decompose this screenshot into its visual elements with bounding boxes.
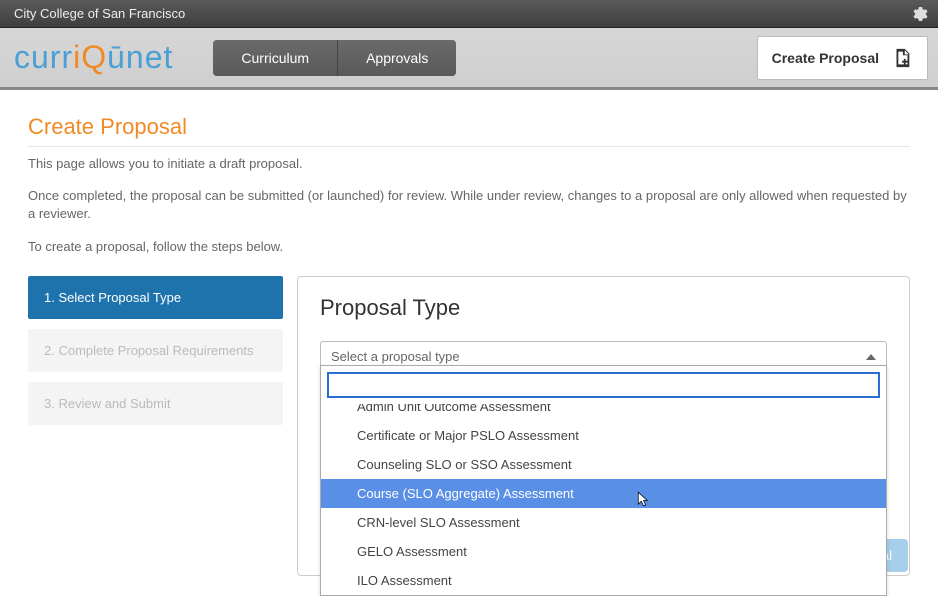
panel-heading: Proposal Type: [320, 295, 887, 321]
org-name: City College of San Francisco: [14, 6, 185, 21]
logo-part: ūnet: [107, 39, 173, 76]
page-body: Create Proposal This page allows you to …: [0, 90, 938, 582]
page-desc-2: Once completed, the proposal can be subm…: [28, 187, 910, 223]
chevron-up-icon: [866, 354, 876, 360]
dropdown-options: Admin Unit Outcome AssessmentCertificate…: [321, 404, 886, 595]
dropdown-option[interactable]: ILO Assessment: [321, 566, 886, 595]
create-proposal-label: Create Proposal: [772, 50, 879, 66]
dropdown-option[interactable]: Counseling SLO or SSO Assessment: [321, 450, 886, 479]
divider: [28, 146, 910, 147]
topbar: City College of San Francisco: [0, 0, 938, 28]
logo-part: curr: [14, 39, 73, 76]
dropdown-option[interactable]: CRN-level SLO Assessment: [321, 508, 886, 537]
step-tab[interactable]: 2. Complete Proposal Requirements: [28, 329, 283, 372]
page-desc-3: To create a proposal, follow the steps b…: [28, 238, 910, 256]
step-tab[interactable]: 3. Review and Submit: [28, 382, 283, 425]
header-band: curr iQ ūnet Curriculum Approvals Create…: [0, 28, 938, 90]
dropdown-option[interactable]: Certificate or Major PSLO Assessment: [321, 421, 886, 450]
document-add-icon: [891, 47, 913, 69]
logo-part: iQ: [73, 39, 107, 76]
dropdown-option[interactable]: Admin Unit Outcome Assessment: [321, 404, 886, 421]
proposal-type-dropdown: Admin Unit Outcome AssessmentCertificate…: [320, 365, 887, 596]
dropdown-option[interactable]: GELO Assessment: [321, 537, 886, 566]
nav-approvals[interactable]: Approvals: [337, 40, 456, 76]
content-split: 1. Select Proposal Type 2. Complete Propo…: [28, 276, 910, 576]
proposal-type-panel: Proposal Type Select a proposal type Adm…: [297, 276, 910, 576]
gear-icon[interactable]: [910, 5, 928, 23]
create-proposal-button[interactable]: Create Proposal: [757, 36, 928, 80]
app-logo: curr iQ ūnet: [14, 39, 173, 76]
dropdown-search-input[interactable]: [327, 372, 880, 398]
proposal-type-placeholder: Select a proposal type: [331, 349, 460, 364]
page-title: Create Proposal: [28, 114, 910, 140]
dropdown-option[interactable]: Course (SLO Aggregate) Assessment: [321, 479, 886, 508]
page-desc-1: This page allows you to initiate a draft…: [28, 155, 910, 173]
steps-list: 1. Select Proposal Type 2. Complete Propo…: [28, 276, 283, 576]
nav-curriculum[interactable]: Curriculum: [213, 40, 337, 76]
step-tab[interactable]: 1. Select Proposal Type: [28, 276, 283, 319]
nav-group: Curriculum Approvals: [213, 40, 456, 76]
